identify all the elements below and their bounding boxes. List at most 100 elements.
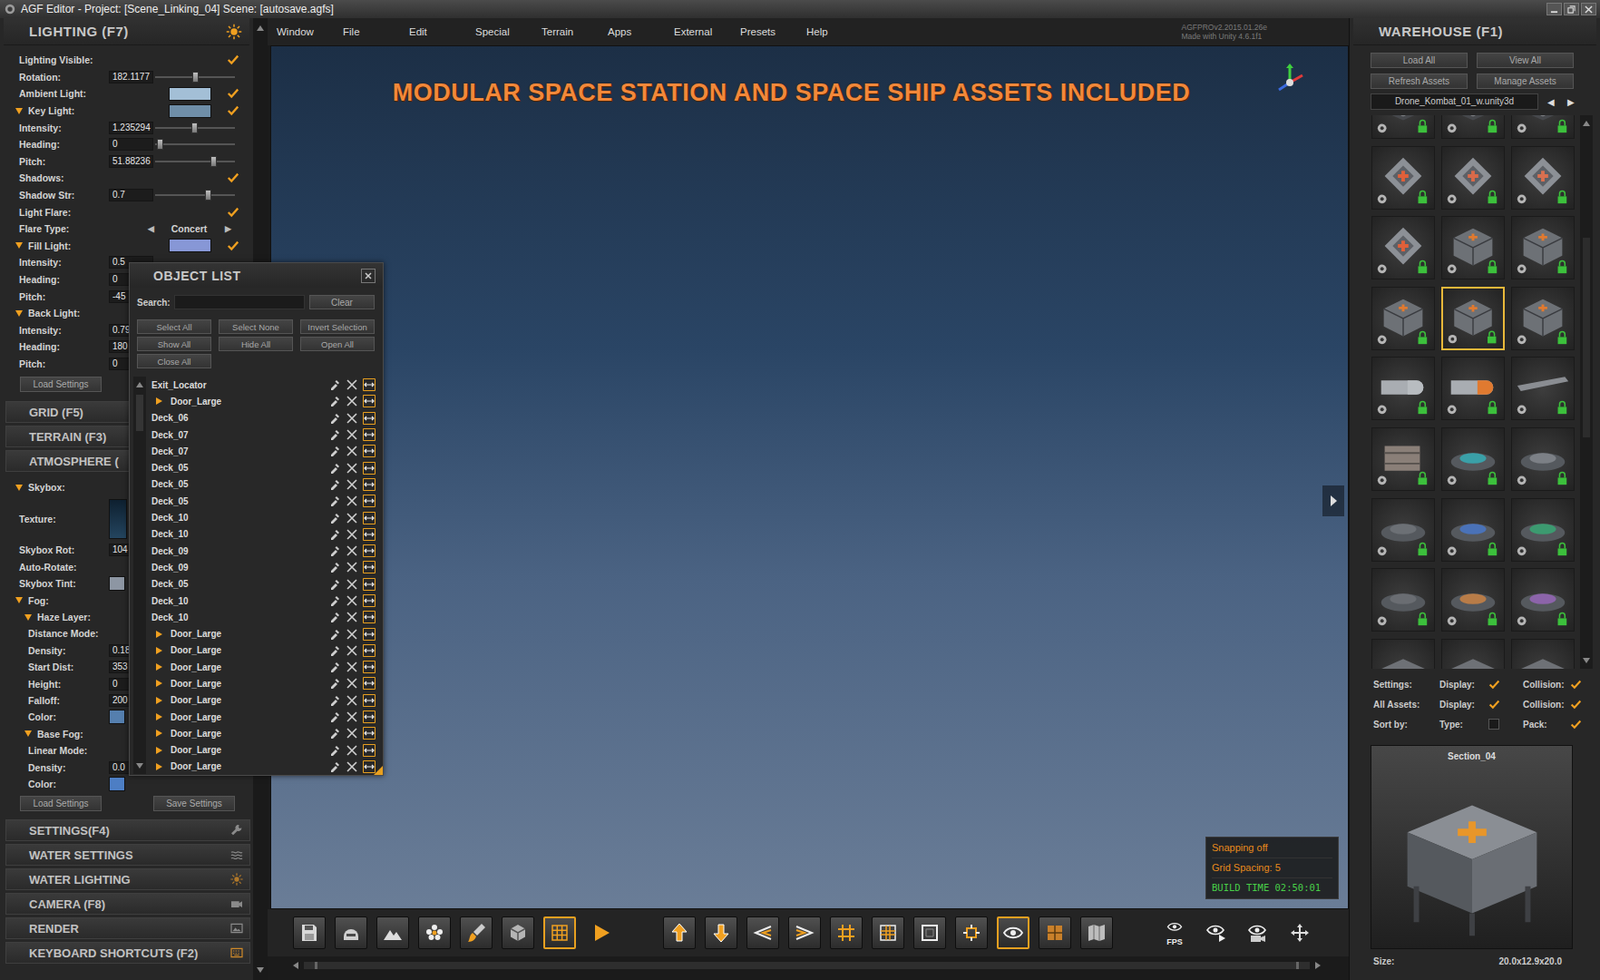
toolbar-button[interactable]	[1241, 916, 1275, 949]
object-row[interactable]: Exit_Locator	[151, 376, 383, 393]
scroll-down-icon[interactable]	[135, 760, 145, 771]
object-row[interactable]: Deck_05	[151, 492, 383, 509]
toolbar-button[interactable]	[663, 916, 696, 949]
menu-item[interactable]: File	[342, 26, 410, 38]
select-brush-icon[interactable]	[328, 511, 342, 525]
color-swatch[interactable]	[108, 709, 126, 724]
asset-tile[interactable]	[1371, 427, 1435, 491]
object-row[interactable]: Door_Large	[151, 674, 383, 692]
asset-tile[interactable]	[1441, 286, 1505, 351]
checkmark-icon[interactable]	[226, 239, 240, 253]
select-brush-icon[interactable]	[328, 743, 342, 757]
asset-tile[interactable]	[1511, 146, 1575, 210]
list-button[interactable]: Invert Selection	[300, 319, 375, 334]
menu-item[interactable]: Window	[276, 26, 343, 38]
previous-button[interactable]: ◀	[145, 224, 157, 234]
expand-arrow-icon[interactable]	[24, 730, 32, 737]
delete-icon[interactable]	[345, 610, 359, 624]
delete-icon[interactable]	[345, 594, 359, 607]
toolbar-button[interactable]: FPS	[1158, 916, 1191, 949]
toolbar-button[interactable]	[1200, 916, 1233, 949]
toolbar-button[interactable]	[334, 916, 368, 949]
expand-arrow-icon[interactable]	[156, 663, 163, 671]
object-row[interactable]: Deck_07	[151, 426, 383, 443]
select-brush-icon[interactable]	[328, 627, 342, 641]
toolbar-button[interactable]	[1038, 916, 1072, 949]
delete-icon[interactable]	[345, 710, 359, 723]
asset-tile[interactable]	[1371, 146, 1435, 210]
scroll-left-icon[interactable]	[291, 960, 301, 970]
expand-arrow-icon[interactable]	[24, 614, 32, 621]
warehouse-button[interactable]: Load All	[1370, 52, 1468, 69]
delete-icon[interactable]	[345, 660, 359, 674]
object-row[interactable]: Door_Large	[151, 642, 383, 659]
asset-tile[interactable]	[1511, 427, 1575, 491]
value-field[interactable]: 0	[108, 137, 154, 151]
section-header[interactable]: CAMERA (F8)	[5, 892, 251, 915]
asset-tile[interactable]	[1371, 497, 1435, 562]
toolbar-button[interactable]	[829, 916, 863, 949]
menu-item[interactable]: Presets	[740, 26, 807, 38]
menu-item[interactable]: External	[673, 26, 741, 38]
list-button[interactable]: Select None	[218, 319, 293, 334]
object-row[interactable]: Deck_07	[151, 442, 383, 459]
menu-item[interactable]: Terrain	[541, 26, 608, 38]
delete-icon[interactable]	[345, 643, 359, 657]
horizontal-scrollbar[interactable]	[291, 958, 1323, 972]
toolbar-button[interactable]	[746, 916, 780, 949]
checkmark-icon[interactable]	[1570, 678, 1582, 691]
toolbar-button[interactable]	[1080, 916, 1113, 949]
scroll-down-icon[interactable]	[255, 965, 265, 975]
section-header[interactable]: SETTINGS(F4)	[5, 819, 251, 841]
object-row[interactable]: Deck_05	[151, 458, 383, 476]
list-scrollbar[interactable]	[133, 376, 147, 774]
list-button[interactable]: Select All	[136, 319, 212, 334]
delete-icon[interactable]	[345, 676, 359, 690]
object-row[interactable]: Deck_10	[151, 526, 383, 543]
asset-tile[interactable]	[1511, 497, 1575, 562]
warehouse-button[interactable]: View All	[1476, 52, 1574, 69]
asset-tile[interactable]	[1371, 567, 1435, 632]
expand-arrow-icon[interactable]	[15, 596, 23, 604]
color-swatch[interactable]	[168, 104, 212, 118]
delete-icon[interactable]	[345, 544, 359, 557]
link-icon[interactable]	[362, 660, 376, 674]
link-icon[interactable]	[362, 627, 376, 641]
expand-arrow-icon[interactable]	[156, 397, 163, 405]
asset-tile[interactable]	[1371, 638, 1435, 669]
checkmark-icon[interactable]	[1570, 718, 1582, 731]
settings-button[interactable]: Load Settings	[19, 795, 102, 811]
delete-icon[interactable]	[345, 461, 359, 475]
resize-grip[interactable]	[373, 765, 383, 775]
select-brush-icon[interactable]	[328, 710, 342, 723]
link-icon[interactable]	[362, 693, 376, 707]
link-icon[interactable]	[362, 594, 376, 607]
asset-tile[interactable]	[1441, 146, 1505, 210]
expand-panel-button[interactable]	[1322, 485, 1345, 517]
delete-icon[interactable]	[345, 627, 359, 641]
expand-arrow-icon[interactable]	[15, 310, 23, 317]
value-field[interactable]: 182.1177	[108, 70, 154, 84]
slider-thumb[interactable]	[204, 189, 212, 201]
link-icon[interactable]	[362, 544, 376, 557]
asset-tile[interactable]	[1511, 567, 1575, 632]
expand-arrow-icon[interactable]	[15, 107, 23, 115]
link-icon[interactable]	[362, 444, 376, 458]
link-icon[interactable]	[362, 411, 376, 425]
expand-arrow-icon[interactable]	[156, 729, 163, 737]
expand-arrow-icon[interactable]	[156, 696, 163, 704]
link-icon[interactable]	[362, 478, 376, 491]
expand-arrow-icon[interactable]	[156, 762, 163, 771]
select-brush-icon[interactable]	[328, 378, 342, 391]
expand-arrow-icon[interactable]	[156, 679, 163, 687]
link-icon[interactable]	[362, 527, 376, 541]
select-brush-icon[interactable]	[328, 394, 342, 408]
toolbar-button[interactable]	[996, 916, 1030, 949]
link-icon[interactable]	[362, 511, 376, 525]
flare-select[interactable]: ◀Concert▶	[145, 223, 234, 235]
asset-tile[interactable]	[1371, 356, 1435, 420]
lighting-header[interactable]: LIGHTING (F7)	[3, 18, 250, 46]
link-icon[interactable]	[362, 743, 376, 757]
delete-icon[interactable]	[345, 378, 359, 391]
link-icon[interactable]	[362, 494, 376, 508]
